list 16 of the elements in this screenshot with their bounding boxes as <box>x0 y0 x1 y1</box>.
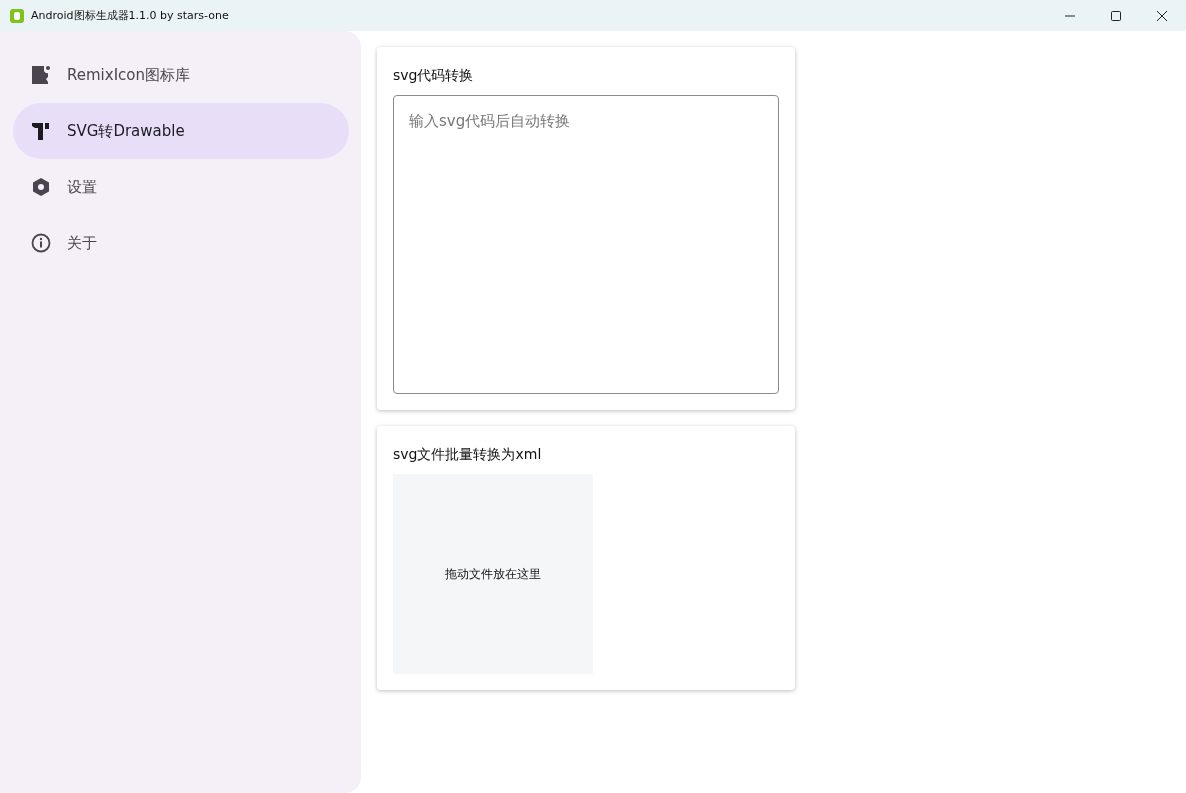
sidebar-item[interactable]: RemixIcon图标库 <box>13 47 349 103</box>
close-icon[interactable] <box>1156 9 1168 22</box>
settings-icon <box>31 177 51 197</box>
app-icon <box>10 8 24 23</box>
sidebar-item[interactable]: SVG转Drawable <box>13 103 349 159</box>
card-title: svg文件批量转换为xml <box>393 446 543 464</box>
hammer-icon <box>31 121 51 141</box>
maximize-icon[interactable] <box>1110 9 1122 22</box>
sidebar-item[interactable]: 设置 <box>13 159 349 215</box>
info-icon <box>31 233 51 253</box>
svg-code-field[interactable]: 输入svg代码后自动转换 <box>393 95 779 394</box>
drop-zone[interactable]: 拖动文件放在这里 <box>393 474 593 674</box>
image-icon <box>31 65 51 85</box>
window-title: Android图标生成器1.1.0 by stars-one <box>31 8 229 23</box>
card-title: svg代码转换 <box>393 67 475 85</box>
sidebar-item[interactable]: 关于 <box>13 215 349 271</box>
